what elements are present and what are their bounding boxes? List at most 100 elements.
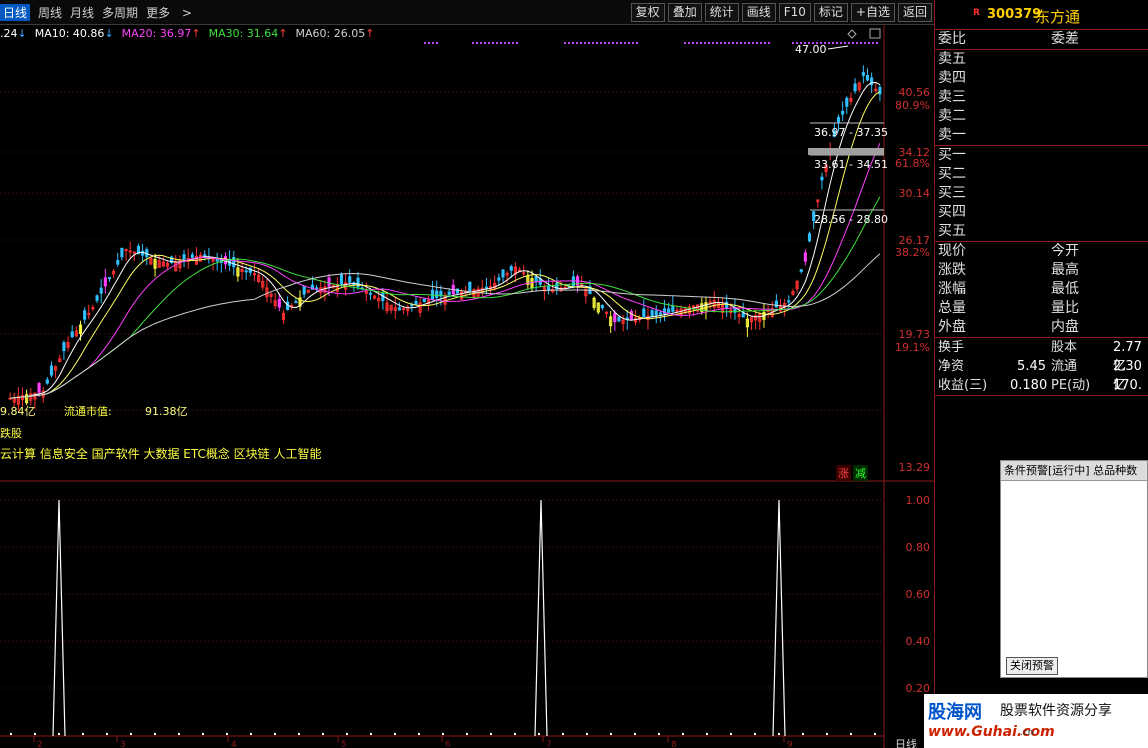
indicator-dot xyxy=(154,733,156,735)
sell-level-row-label: 卖四 xyxy=(938,70,966,86)
candle-body xyxy=(671,305,675,312)
indicator-dot xyxy=(610,733,612,735)
candle-body xyxy=(120,247,124,258)
candle-body xyxy=(522,272,526,275)
x-axis-label: 3 xyxy=(120,740,126,748)
price-axis-label: 19.73 xyxy=(899,328,931,341)
tab-monthly[interactable]: 月线 xyxy=(70,4,94,21)
x-axis-label: 8 xyxy=(671,740,677,748)
quote-stat-row: 现价 今开 xyxy=(935,242,1148,261)
restore-rights-button[interactable]: 复权 xyxy=(630,3,665,22)
indicator-axis-label: 1.00 xyxy=(906,494,931,507)
indicator-dot xyxy=(226,733,228,735)
ma-legend-item: .24↓ xyxy=(0,27,27,40)
overlay-button[interactable]: 叠加 xyxy=(667,3,702,22)
ma-legend-item: MA30: 31.64↑ xyxy=(209,27,288,40)
back-button[interactable]: 返回 xyxy=(897,3,932,22)
fundamentals: 换手 股本 2.77亿 净资 5.45 流通 2.30亿 收益(三) 0.180 PE(动) 170… xyxy=(935,338,1148,396)
percent-axis-label: 80.9% xyxy=(895,99,930,112)
candle-body xyxy=(49,365,54,376)
f10-button[interactable]: F10 xyxy=(778,3,811,22)
tab-multi-period[interactable]: 多周期 xyxy=(102,4,138,21)
signal-dot xyxy=(748,42,750,44)
add-watchlist-button[interactable]: +自选 xyxy=(850,3,895,22)
signal-dot xyxy=(836,42,838,44)
chevron-right-icon: > xyxy=(181,6,192,20)
signal-dot xyxy=(572,42,574,44)
alert-title[interactable]: 条件预警[运行中] 总品种数 xyxy=(1001,461,1147,481)
sell-level-row-label: 卖三 xyxy=(938,89,966,105)
site-watermark: 股海网 股票软件资源分享 www.Guhai.com .cn xyxy=(924,694,1148,748)
candle-body xyxy=(422,298,426,303)
signal-dot xyxy=(824,42,826,44)
signal-dot xyxy=(588,42,590,44)
buy-level-row: 买一 xyxy=(935,146,1148,165)
candle-body xyxy=(339,274,344,285)
percent-axis-label: 61.8% xyxy=(895,157,930,170)
quote-stat-row: 涨跌 最高 xyxy=(935,261,1148,280)
fundamental-c: 股本 xyxy=(1051,340,1078,355)
candle-body xyxy=(484,286,488,289)
ma-legend-item: MA10: 40.86↓ xyxy=(35,27,114,40)
order-diff-label: 委差 xyxy=(1051,31,1079,47)
candle-body xyxy=(402,308,406,311)
statistics-button[interactable]: 统计 xyxy=(704,3,739,22)
period-tabs: 日线 周线 月线 多周期 更多 > xyxy=(0,4,208,21)
signal-dot xyxy=(684,42,686,44)
indicator-dot xyxy=(490,733,492,735)
fall-tag[interactable]: 减 xyxy=(853,465,868,481)
x-axis-label: 9 xyxy=(787,740,793,748)
signal-dot xyxy=(592,42,594,44)
signal-dot xyxy=(856,42,858,44)
candle-body xyxy=(600,305,604,309)
signal-dot xyxy=(576,42,578,44)
signal-dot xyxy=(848,42,850,44)
indicator-axis-label: 0.60 xyxy=(906,588,931,601)
quote-stat-row: 总量 量比 xyxy=(935,299,1148,318)
tab-weekly[interactable]: 周线 xyxy=(38,4,62,21)
signal-dot xyxy=(596,42,598,44)
indicator-dot xyxy=(394,733,396,735)
signal-dot xyxy=(580,42,582,44)
fundamental-c: PE(动) xyxy=(1051,378,1091,393)
candle-body xyxy=(315,287,319,290)
rzrq-badge: R xyxy=(973,8,980,18)
quote-stats: 现价 今开 涨跌 最高 涨幅 最低 总量 量比 外盘 内盘 xyxy=(935,242,1148,338)
signal-dot xyxy=(488,42,490,44)
buy-level-row-label: 买五 xyxy=(938,223,966,239)
indicator-dot xyxy=(538,733,540,735)
signal-dot xyxy=(840,42,842,44)
signal-dot xyxy=(804,42,806,44)
ma-legend-value: MA20: 36.97 xyxy=(121,27,192,40)
close-alert-button[interactable]: 关闭预警 xyxy=(1006,657,1058,675)
kline-chart[interactable]: 40.5634.1230.1426.1719.7313.2980.9%61.8%… xyxy=(0,0,934,748)
signal-dot xyxy=(860,42,862,44)
candle-body xyxy=(70,331,74,338)
signal-dot xyxy=(732,42,734,44)
candle-body xyxy=(107,277,112,280)
signal-dot xyxy=(756,42,758,44)
ma-legend-item: MA20: 36.97↑ xyxy=(122,27,201,40)
ma-legend-value: MA30: 31.64 xyxy=(208,27,279,40)
tab-daily[interactable]: 日线 xyxy=(0,4,31,21)
period-label: 日线 xyxy=(895,738,917,748)
circulating-cap-label: 流通市值: xyxy=(64,404,112,418)
tab-more[interactable]: 更多 > xyxy=(146,4,200,21)
candle-body xyxy=(845,97,849,107)
ma-legend-value: MA10: 40.86 xyxy=(34,27,105,40)
draw-line-button[interactable]: 画线 xyxy=(741,3,776,22)
condition-alert-window[interactable]: 条件预警[运行中] 总品种数 关闭预警 xyxy=(1000,460,1148,678)
mark-button[interactable]: 标记 xyxy=(813,3,848,22)
rise-tag[interactable]: 涨 xyxy=(836,465,851,481)
signal-dot xyxy=(688,42,690,44)
fundamental-a: 收益(三) xyxy=(938,378,988,393)
candle-body xyxy=(820,176,824,181)
candle-body xyxy=(617,316,621,322)
candle-body xyxy=(128,250,132,253)
signal-dot xyxy=(696,42,698,44)
candle-body xyxy=(327,277,331,287)
signal-dot xyxy=(720,42,722,44)
indicator-dot xyxy=(58,733,60,735)
stock-title: R 300379 东方通 xyxy=(935,0,1148,30)
order-ratio-row: 委比 委差 xyxy=(935,30,1148,50)
